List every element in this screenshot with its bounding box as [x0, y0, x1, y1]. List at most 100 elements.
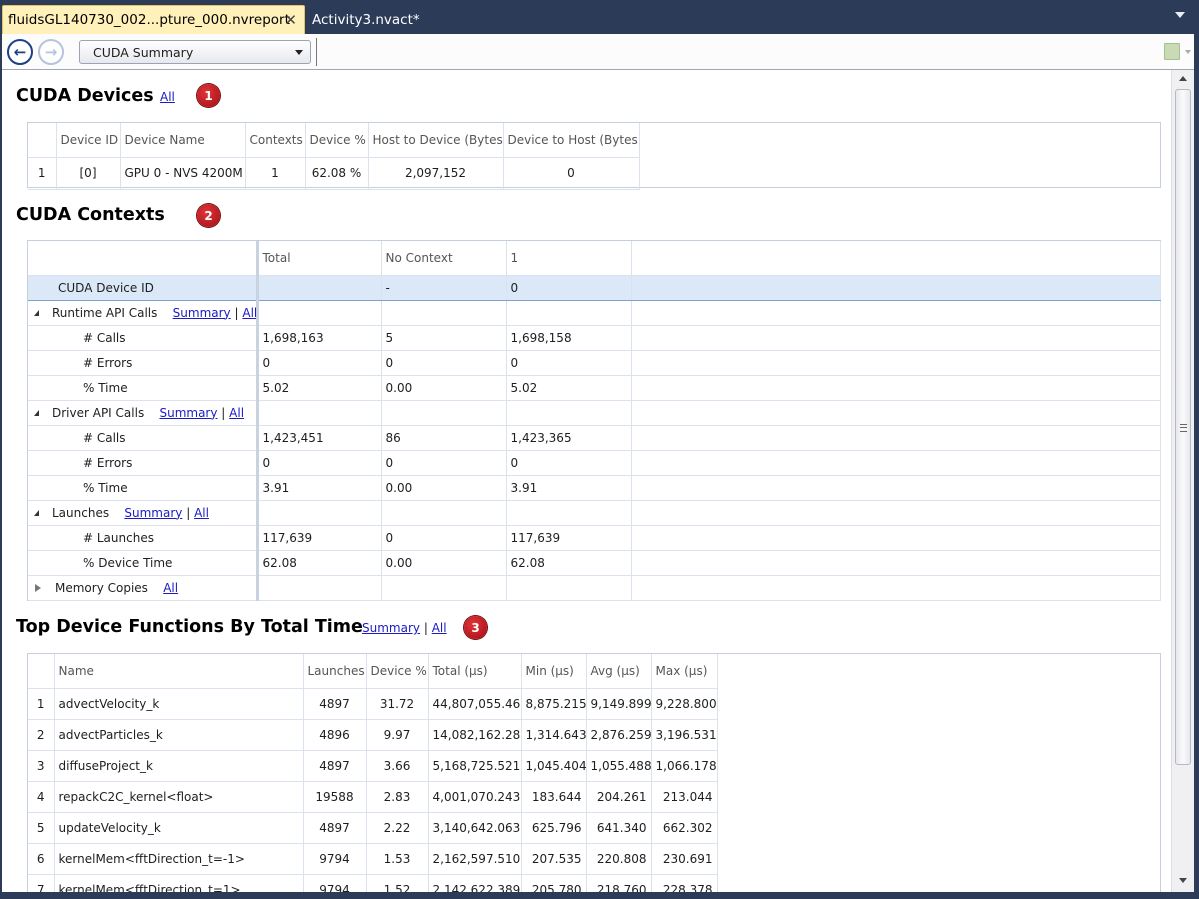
cell-filler: [631, 575, 1161, 601]
cell-filler: [631, 500, 1161, 526]
scroll-down-icon[interactable]: [1179, 878, 1187, 883]
row-index: 2: [28, 719, 55, 751]
column-header[interactable]: Launches: [303, 654, 367, 689]
summary-link[interactable]: Summary: [124, 506, 182, 520]
column-header[interactable]: Avg (µs): [586, 654, 652, 689]
host-to-device-bytes: 2,097,152: [368, 157, 504, 190]
column-header-filler: [631, 241, 1161, 276]
row-label: # Errors: [28, 350, 259, 376]
table-header-row: Total No Context 1: [28, 241, 1161, 276]
view-selector[interactable]: CUDA Summary: [79, 40, 311, 64]
close-icon[interactable]: ✕: [284, 11, 297, 29]
table-row[interactable]: 2 advectParticles_k 4896 9.97 14,082,162.281…: [28, 719, 718, 751]
contexts-count: 1: [245, 157, 306, 190]
window-frame-bottom: [0, 892, 1199, 899]
column-header: [28, 123, 57, 158]
column-header[interactable]: No Context: [381, 241, 507, 276]
column-header[interactable]: Host to Device (Bytes): [368, 123, 504, 158]
column-header[interactable]: Contexts: [245, 123, 306, 158]
column-header[interactable]: Device to Host (Bytes): [503, 123, 640, 158]
column-header[interactable]: Total (µs): [428, 654, 522, 689]
collapse-triangle-icon[interactable]: [34, 410, 39, 416]
column-header[interactable]: 1: [506, 241, 632, 276]
launches: 4897: [303, 750, 367, 782]
summary-link[interactable]: Summary: [159, 406, 217, 420]
scrollbar-thumb[interactable]: [1175, 89, 1191, 765]
collapse-triangle-icon[interactable]: [34, 510, 39, 516]
link-separator: |: [423, 621, 428, 635]
row-label: # Calls: [28, 425, 259, 451]
table-row[interactable]: # Calls 1,698,163 5 1,698,158: [28, 325, 1161, 351]
all-link[interactable]: All: [242, 306, 254, 320]
launches: 9794: [303, 874, 367, 892]
cell-filler: [631, 425, 1161, 451]
min-time: 207.535: [521, 843, 587, 875]
table-row[interactable]: # Calls 1,423,451 86 1,423,365: [28, 425, 1161, 451]
column-header[interactable]: Device Name: [120, 123, 246, 158]
table-row[interactable]: 5 updateVelocity_k 4897 2.22 3,140,642.063 62…: [28, 812, 718, 844]
table-row[interactable]: % Time 5.02 0.00 5.02: [28, 375, 1161, 401]
all-link[interactable]: All: [163, 581, 178, 595]
device-percent: 1.53: [366, 843, 429, 875]
function-name: advectParticles_k: [54, 719, 304, 751]
group-row-launches[interactable]: Launches Summary | All: [28, 500, 1161, 526]
min-time: 8,875.215: [521, 688, 587, 720]
functions-all-link[interactable]: All: [432, 621, 447, 635]
row-label: % Time: [28, 475, 259, 501]
table-row[interactable]: # Errors 0 0 0: [28, 350, 1161, 376]
min-time: 1,045.404: [521, 750, 587, 782]
avg-time: 1,055.488: [586, 750, 652, 782]
section-title-devices: CUDA Devices: [16, 86, 154, 106]
table-row[interactable]: 7 kernelMem<fftDirection_t=1> 9794 1.52 2,14…: [28, 874, 718, 892]
table-row[interactable]: # Launches 117,639 0 117,639: [28, 525, 1161, 551]
section-title-contexts: CUDA Contexts: [16, 205, 165, 225]
functions-summary-link[interactable]: Summary: [362, 621, 420, 635]
export-icon[interactable]: [1164, 43, 1180, 60]
link-separator: |: [221, 405, 226, 420]
all-link[interactable]: All: [194, 506, 209, 520]
back-button[interactable]: ←: [7, 39, 33, 65]
forward-button[interactable]: →: [38, 39, 64, 65]
all-link[interactable]: All: [229, 406, 244, 420]
chevron-down-icon[interactable]: [1185, 50, 1191, 54]
device-name: GPU 0 - NVS 4200M: [120, 157, 246, 190]
summary-link[interactable]: Summary: [173, 306, 231, 320]
tab-nvreport[interactable]: fluidsGL140730_002...pture_000.nvreport …: [2, 5, 305, 34]
table-row[interactable]: 1 [0] GPU 0 - NVS 4200M 1 62.08 % 2,097,…: [28, 157, 640, 190]
table-header-row: Device ID Device Name Contexts Device % …: [28, 123, 640, 158]
table-row[interactable]: # Errors 0 0 0: [28, 450, 1161, 476]
table-row[interactable]: 1 advectVelocity_k 4897 31.72 44,807,055.466…: [28, 688, 718, 720]
column-header[interactable]: Name: [54, 654, 304, 689]
column-header[interactable]: Total: [257, 241, 382, 276]
row-label: CUDA Device ID: [28, 274, 259, 301]
group-row-runtime-api[interactable]: Runtime API Calls Summary | All: [28, 300, 1161, 326]
row-label: # Launches: [28, 525, 259, 551]
table-row[interactable]: % Device Time 62.08 0.00 62.08: [28, 550, 1161, 576]
row-index: 1: [28, 157, 57, 190]
table-row[interactable]: % Time 3.91 0.00 3.91: [28, 475, 1161, 501]
device-id: [0]: [56, 157, 121, 190]
devices-all-link[interactable]: All: [160, 90, 175, 104]
column-header[interactable]: Min (µs): [521, 654, 587, 689]
table-row-device-id[interactable]: CUDA Device ID - 0: [28, 274, 1161, 301]
group-row-driver-api[interactable]: Driver API Calls Summary | All: [28, 400, 1161, 426]
tab-dropdown-icon[interactable]: [1175, 12, 1185, 18]
table-row[interactable]: 6 kernelMem<fftDirection_t=-1> 9794 1.53 2,1…: [28, 843, 718, 875]
devices-table: Device ID Device Name Contexts Device % …: [28, 123, 640, 190]
tab-activity[interactable]: Activity3.nvact*: [312, 5, 420, 34]
expand-triangle-icon[interactable]: [35, 584, 41, 592]
column-header[interactable]: Device %: [305, 123, 369, 158]
group-row-memory-copies[interactable]: Memory Copies All: [28, 575, 1161, 601]
launches: 4897: [303, 688, 367, 720]
vertical-scrollbar[interactable]: [1171, 70, 1194, 892]
collapse-triangle-icon[interactable]: [34, 310, 39, 316]
row-label: % Device Time: [28, 550, 259, 576]
scroll-up-icon[interactable]: [1179, 76, 1187, 81]
column-header[interactable]: Device %: [366, 654, 429, 689]
column-header[interactable]: Max (µs): [651, 654, 718, 689]
table-row[interactable]: 3 diffuseProject_k 4897 3.66 5,168,725.521 1,…: [28, 750, 718, 782]
column-header[interactable]: Device ID: [56, 123, 121, 158]
table-row[interactable]: 4 repackC2C_kernel<float> 19588 2.83 4,001,0…: [28, 781, 718, 813]
max-time: 213.044: [651, 781, 718, 813]
total-time: 14,082,162.281: [428, 719, 522, 751]
